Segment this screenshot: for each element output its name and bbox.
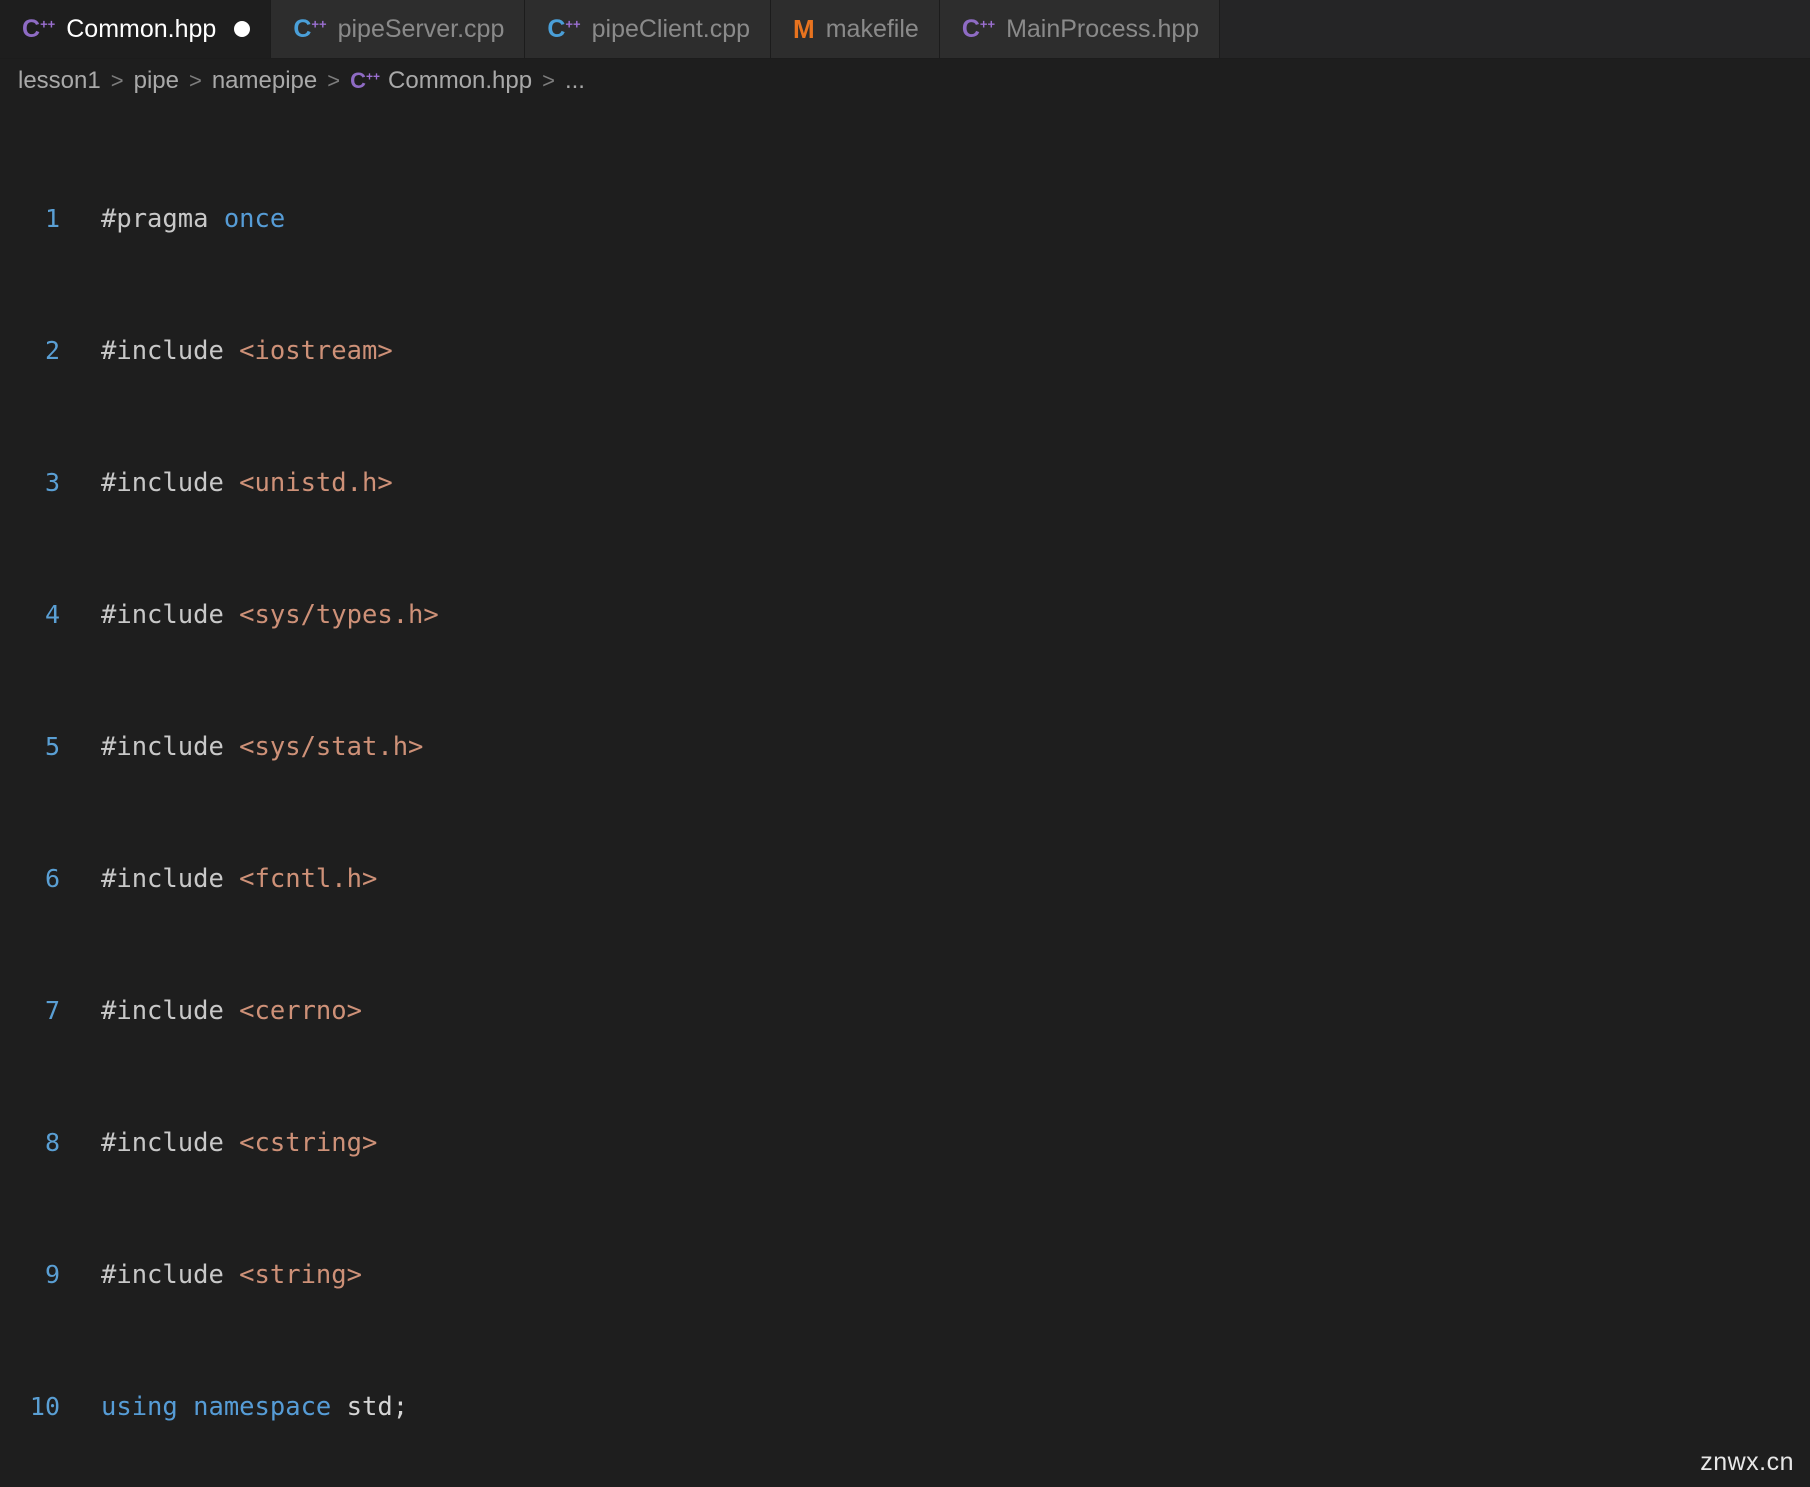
line-text: #include <cerrno> xyxy=(101,996,362,1026)
line-text: #include <sys/stat.h> xyxy=(101,732,424,762)
breadcrumb: lesson1 > pipe > namepipe > C++ Common.h… xyxy=(0,59,1810,103)
tab-pipeserver-cpp[interactable]: C++ pipeServer.cpp xyxy=(271,0,526,58)
code-line: 6 #include <fcntl.h> xyxy=(0,862,1810,895)
breadcrumb-item-overflow[interactable]: ... xyxy=(561,67,589,95)
cpp-file-icon: C++ xyxy=(547,14,581,43)
line-text: #include <unistd.h> xyxy=(101,468,393,498)
code-line: 5 #include <sys/stat.h> xyxy=(0,730,1810,763)
line-number: 8 xyxy=(44,1128,60,1157)
breadcrumb-separator: > xyxy=(327,68,341,93)
breadcrumb-item-namepipe[interactable]: namepipe xyxy=(208,67,321,95)
editor-tab-bar: C++ Common.hpp C++ pipeServer.cpp C++ pi… xyxy=(0,0,1810,59)
code-line: 7 #include <cerrno> xyxy=(0,994,1810,1027)
breadcrumb-item-common-hpp[interactable]: C++ Common.hpp xyxy=(346,67,536,95)
cpp-file-icon: C++ xyxy=(350,68,381,93)
breadcrumb-item-lesson1[interactable]: lesson1 xyxy=(14,67,105,95)
line-number: 7 xyxy=(44,996,60,1025)
line-number: 4 xyxy=(44,600,60,629)
line-number: 5 xyxy=(44,732,60,761)
tab-label: MainProcess.hpp xyxy=(1006,14,1200,43)
unsaved-indicator-dot[interactable] xyxy=(234,21,251,37)
code-line: 8 #include <cstring> xyxy=(0,1126,1810,1159)
line-text: using namespace std; xyxy=(101,1392,409,1422)
code-line: 3 #include <unistd.h> xyxy=(0,466,1810,499)
line-number: 9 xyxy=(44,1260,60,1289)
cpp-file-icon: C++ xyxy=(293,14,327,43)
line-number: 6 xyxy=(44,864,60,893)
line-number: 3 xyxy=(44,468,60,497)
tab-label: pipeClient.cpp xyxy=(591,14,751,43)
tab-label: pipeServer.cpp xyxy=(337,14,505,43)
code-line: 10 using namespace std; xyxy=(0,1390,1810,1423)
cpp-file-icon: C++ xyxy=(22,14,56,43)
site-watermark: znwx.cn xyxy=(1700,1448,1794,1476)
tab-label: Common.hpp xyxy=(66,14,217,43)
code-content[interactable]: 1 #pragma once 2 #include <iostream> 3 #… xyxy=(0,103,1810,1487)
cpp-file-icon: C++ xyxy=(961,14,996,43)
line-text: #pragma once xyxy=(101,204,286,234)
tab-common-hpp[interactable]: C++ Common.hpp xyxy=(0,0,272,58)
breadcrumb-item-pipe[interactable]: pipe xyxy=(130,67,183,95)
code-line: 4 #include <sys/types.h> xyxy=(0,598,1810,631)
code-line: 2 #include <iostream> xyxy=(0,334,1810,367)
line-text: #include <sys/types.h> xyxy=(101,600,439,630)
breadcrumb-separator: > xyxy=(110,68,124,93)
tab-label: makefile xyxy=(825,14,919,43)
makefile-icon: M xyxy=(793,14,815,44)
line-number: 10 xyxy=(29,1392,60,1421)
code-line: 1 #pragma once xyxy=(0,202,1810,235)
line-text: #include <string> xyxy=(101,1260,362,1290)
line-number: 1 xyxy=(44,204,60,233)
line-number: 2 xyxy=(44,336,60,365)
code-line: 9 #include <string> xyxy=(0,1258,1810,1291)
breadcrumb-item-label: Common.hpp xyxy=(388,67,533,94)
line-text: #include <fcntl.h> xyxy=(101,864,378,894)
line-text: #include <iostream> xyxy=(101,336,393,366)
line-text: #include <cstring> xyxy=(101,1128,378,1158)
code-editor[interactable]: 1 #pragma once 2 #include <iostream> 3 #… xyxy=(0,103,1810,1487)
tab-makefile[interactable]: M makefile xyxy=(771,0,940,58)
breadcrumb-separator: > xyxy=(188,68,202,93)
tab-pipeclient-cpp[interactable]: C++ pipeClient.cpp xyxy=(525,0,772,58)
tab-mainprocess-hpp[interactable]: C++ MainProcess.hpp xyxy=(939,0,1221,58)
breadcrumb-separator: > xyxy=(542,68,555,93)
